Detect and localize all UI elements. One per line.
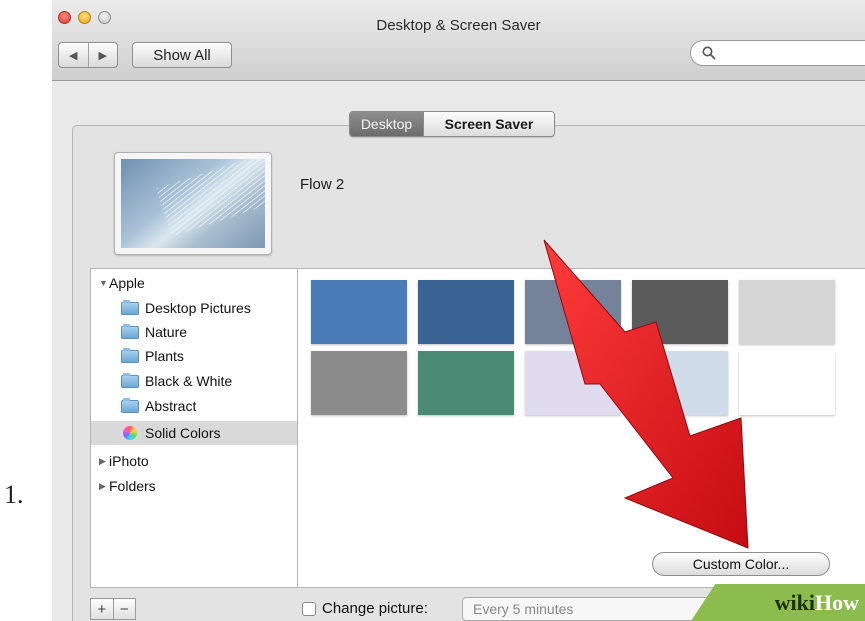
wikihow-watermark: wiki How — [691, 584, 865, 621]
watermark-how: How — [815, 589, 859, 615]
watermark-wiki: wiki — [774, 589, 815, 615]
annotation-arrow-icon — [543, 239, 749, 549]
